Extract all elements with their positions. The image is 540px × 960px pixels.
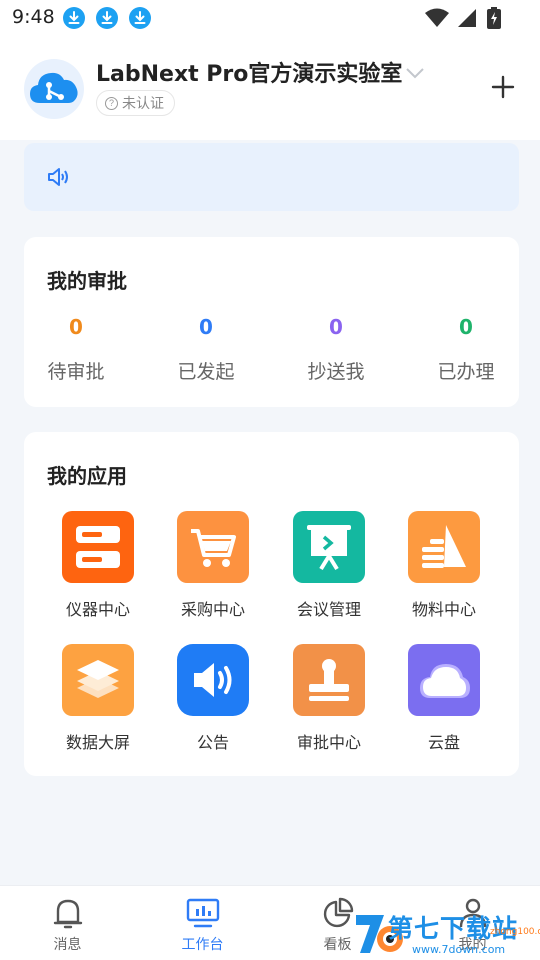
approval-count: 0 [199, 315, 213, 339]
app-label: 云盘 [427, 733, 460, 752]
nav-messages[interactable]: 消息 [0, 886, 135, 960]
approval-label: 已发起 [177, 361, 235, 383]
download-icon [129, 7, 151, 29]
app-label: 物料中心 [411, 600, 476, 619]
app-label: 仪器中心 [65, 600, 130, 619]
cart-icon [177, 511, 249, 583]
battery-icon [487, 7, 501, 29]
cert-status-label: 未认证 [122, 96, 164, 112]
question-icon: ? [105, 96, 118, 110]
presentation-icon [293, 511, 365, 583]
approval-cc[interactable]: 0 抄送我 [284, 315, 388, 384]
app-label: 会议管理 [296, 600, 361, 619]
monitor-icon [186, 898, 219, 928]
chevron-down-icon[interactable] [404, 66, 426, 80]
apps-title: 我的应用 [47, 464, 127, 488]
app-label: 公告 [196, 733, 229, 752]
approvals-title: 我的审批 [47, 269, 127, 293]
app-label: 采购中心 [180, 600, 245, 619]
signal-icon [458, 9, 476, 27]
approval-count: 0 [69, 315, 83, 339]
approval-initiated[interactable]: 0 已发起 [154, 315, 258, 384]
wifi-icon [425, 8, 449, 27]
app-purchase-center[interactable]: 采购中心 [155, 511, 271, 620]
app-material-center[interactable]: 物料中心 [386, 511, 502, 620]
watermark-url-secondary: zhong100.com [490, 927, 540, 937]
cloud-icon [408, 644, 480, 716]
approval-label: 待审批 [47, 361, 105, 383]
watermark: 第七下载站 www.7down.com zhong100.com [350, 905, 540, 960]
status-time: 9:48 [12, 6, 55, 28]
layers-icon [62, 644, 134, 716]
my-apps-card: 我的应用 仪器中心 采购中心 会议管理 物料中心 数据大屏 公告 审批中心 云盘 [24, 432, 519, 776]
app-cloud-disk[interactable]: 云盘 [386, 644, 502, 753]
approval-label: 已办理 [437, 361, 495, 383]
add-icon[interactable] [486, 70, 520, 104]
nav-label: 消息 [53, 937, 82, 953]
app-label: 审批中心 [296, 733, 361, 752]
bell-icon [53, 899, 82, 929]
approval-handled[interactable]: 0 已办理 [414, 315, 518, 384]
download-icon [96, 7, 118, 29]
nav-workbench[interactable]: 工作台 [135, 886, 270, 960]
stamp-icon [293, 644, 365, 716]
app-data-screen[interactable]: 数据大屏 [40, 644, 156, 753]
app-meeting-management[interactable]: 会议管理 [271, 511, 387, 620]
notice-banner[interactable] [24, 143, 519, 211]
server-icon [62, 511, 134, 583]
status-bar: 9:48 [0, 0, 540, 36]
approval-count: 0 [459, 315, 473, 339]
app-announcement[interactable]: 公告 [155, 644, 271, 753]
watermark-url: www.7down.com [412, 943, 506, 956]
approval-pending[interactable]: 0 待审批 [24, 315, 128, 384]
org-avatar[interactable] [24, 59, 84, 119]
download-icon [63, 7, 85, 29]
cloud-logo-icon [30, 72, 78, 103]
flask-icon [408, 511, 480, 583]
org-name[interactable]: LabNext Pro官方演示实验室 [96, 56, 402, 88]
app-approval-center[interactable]: 审批中心 [271, 644, 387, 753]
cert-status-badge[interactable]: ? 未认证 [96, 90, 175, 116]
approval-count: 0 [329, 315, 343, 339]
approval-label: 抄送我 [307, 361, 365, 383]
speaker-icon [177, 644, 249, 716]
header: LabNext Pro官方演示实验室 ? 未认证 [0, 36, 540, 140]
my-approvals-card: 我的审批 0 待审批 0 已发起 0 抄送我 0 已办理 [24, 237, 519, 407]
app-instrument-center[interactable]: 仪器中心 [40, 511, 156, 620]
speaker-icon [48, 168, 68, 186]
nav-label: 工作台 [181, 937, 224, 953]
app-label: 数据大屏 [65, 733, 130, 752]
